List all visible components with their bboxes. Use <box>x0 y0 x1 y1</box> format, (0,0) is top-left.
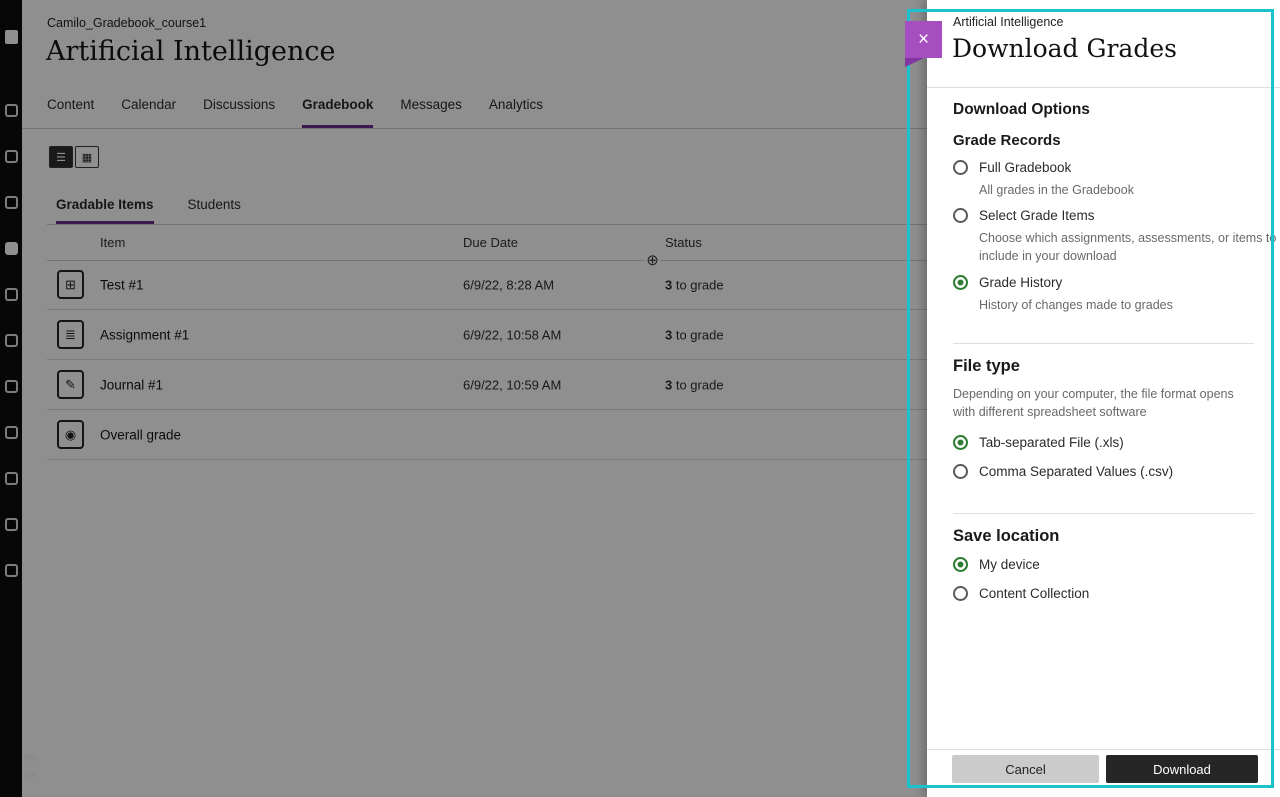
section-divider <box>953 343 1254 344</box>
radio-label: Content Collection <box>979 586 1089 601</box>
radio-tab-separated[interactable]: Tab-separated File (.xls) <box>953 435 1124 450</box>
radio-icon <box>953 160 968 175</box>
radio-grade-history[interactable]: Grade History <box>953 275 1062 290</box>
radio-icon <box>953 435 968 450</box>
radio-label: My device <box>979 557 1040 572</box>
file-type-heading: File type <box>953 357 1020 376</box>
radio-label: Grade History <box>979 275 1062 290</box>
file-type-description: Depending on your computer, the file for… <box>953 386 1255 421</box>
panel-footer-divider <box>927 749 1280 750</box>
radio-comma-separated[interactable]: Comma Separated Values (.csv) <box>953 464 1173 479</box>
grade-records-heading: Grade Records <box>953 132 1061 149</box>
panel-context-label: Artificial Intelligence <box>953 15 1063 29</box>
radio-label: Full Gradebook <box>979 160 1071 175</box>
radio-label: Tab-separated File (.xls) <box>979 435 1124 450</box>
radio-icon <box>953 208 968 223</box>
radio-icon <box>953 557 968 572</box>
panel-close-fold-icon <box>905 58 924 67</box>
cancel-button[interactable]: Cancel <box>952 755 1099 783</box>
radio-label: Comma Separated Values (.csv) <box>979 464 1173 479</box>
download-options-heading: Download Options <box>953 101 1090 119</box>
radio-my-device[interactable]: My device <box>953 557 1040 572</box>
radio-full-gradebook[interactable]: Full Gradebook <box>953 160 1071 175</box>
panel-close-button[interactable]: × <box>905 21 942 58</box>
modal-overlay <box>0 0 927 797</box>
radio-label: Select Grade Items <box>979 208 1095 223</box>
download-grades-panel: Artificial Intelligence Download Grades … <box>927 0 1280 797</box>
radio-description: History of changes made to grades <box>979 296 1173 314</box>
radio-icon <box>953 275 968 290</box>
download-button[interactable]: Download <box>1106 755 1258 783</box>
panel-header-divider <box>927 87 1280 88</box>
radio-content-collection[interactable]: Content Collection <box>953 586 1089 601</box>
panel-title: Download Grades <box>952 34 1177 63</box>
radio-icon <box>953 586 968 601</box>
save-location-heading: Save location <box>953 527 1059 546</box>
radio-select-grade-items[interactable]: Select Grade Items <box>953 208 1095 223</box>
section-divider <box>953 513 1254 514</box>
radio-description: All grades in the Gradebook <box>979 181 1134 199</box>
radio-description: Choose which assignments, assessments, o… <box>979 229 1280 265</box>
radio-icon <box>953 464 968 479</box>
